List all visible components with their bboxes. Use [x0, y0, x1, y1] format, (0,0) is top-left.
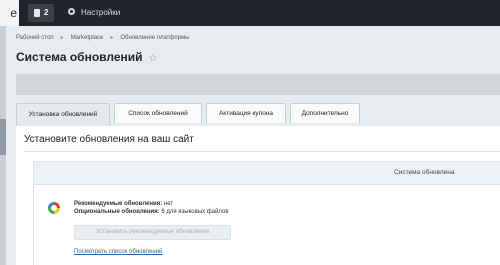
notification-icon [34, 9, 40, 17]
toolbar-area [16, 74, 500, 95]
settings-label: Настройки [81, 8, 121, 17]
breadcrumb-item-desktop[interactable]: Рабочий стол [16, 35, 54, 41]
star-icon[interactable]: ☆ [149, 53, 158, 64]
breadcrumb-separator-icon: ▸ [110, 35, 114, 41]
tab-install-updates[interactable]: Установка обновлений [16, 103, 110, 126]
top-bar: е 2 Настройки [0, 0, 500, 26]
settings-button[interactable]: Настройки [68, 0, 120, 26]
optional-updates-value: 6 для языковых файлов [161, 209, 229, 215]
sidebar-active-marker [0, 119, 6, 155]
left-sidebar-strip[interactable] [0, 26, 6, 265]
breadcrumb-separator-icon: ▸ [60, 35, 64, 41]
section-title: Установите обновления на ваш сайт [24, 134, 194, 145]
notifications-button[interactable]: 2 [28, 4, 54, 22]
optional-updates-label: Опциональные обновления: [74, 209, 160, 215]
tab-coupon-activation[interactable]: Активация купона [206, 103, 286, 123]
notifications-count: 2 [44, 8, 49, 17]
view-updates-list-link[interactable]: Посмотреть список обновлений [74, 249, 162, 255]
breadcrumb: Рабочий стол ▸ Marketplace ▸ Обновление плат… [16, 34, 189, 41]
gear-icon [68, 8, 75, 16]
recommended-updates-line: Рекомендуемые обновления: нет [74, 201, 173, 207]
divider [24, 151, 500, 152]
tab-updates-list[interactable]: Список обновлений [114, 103, 202, 123]
logo-tab[interactable]: е [0, 0, 19, 26]
tab-content-panel: Установите обновления на ваш сайт Систем… [16, 126, 500, 265]
page-title-text: Система обновлений [16, 50, 143, 64]
breadcrumb-item-platform-update[interactable]: Обновление платформы [120, 35, 189, 41]
update-status-icon [48, 202, 60, 214]
install-recommended-updates-button[interactable]: Установить рекомендуемые обновления [74, 225, 231, 240]
tab-additional[interactable]: Дополнительно [290, 103, 360, 123]
page-title: Система обновлений ☆ [16, 50, 157, 64]
recommended-updates-label: Рекомендуемые обновления: [74, 201, 163, 207]
system-status-header: Система обновлена [34, 162, 500, 185]
update-status-box: Система обновлена Рекомендуемые обновлен… [33, 161, 500, 265]
recommended-updates-value: нет [163, 201, 174, 207]
logo-text: е [10, 6, 17, 20]
system-status-label: Система обновлена [394, 169, 455, 176]
breadcrumb-item-marketplace[interactable]: Marketplace [71, 35, 104, 41]
optional-updates-line: Опциональные обновления: 6 для языковых … [74, 209, 229, 215]
